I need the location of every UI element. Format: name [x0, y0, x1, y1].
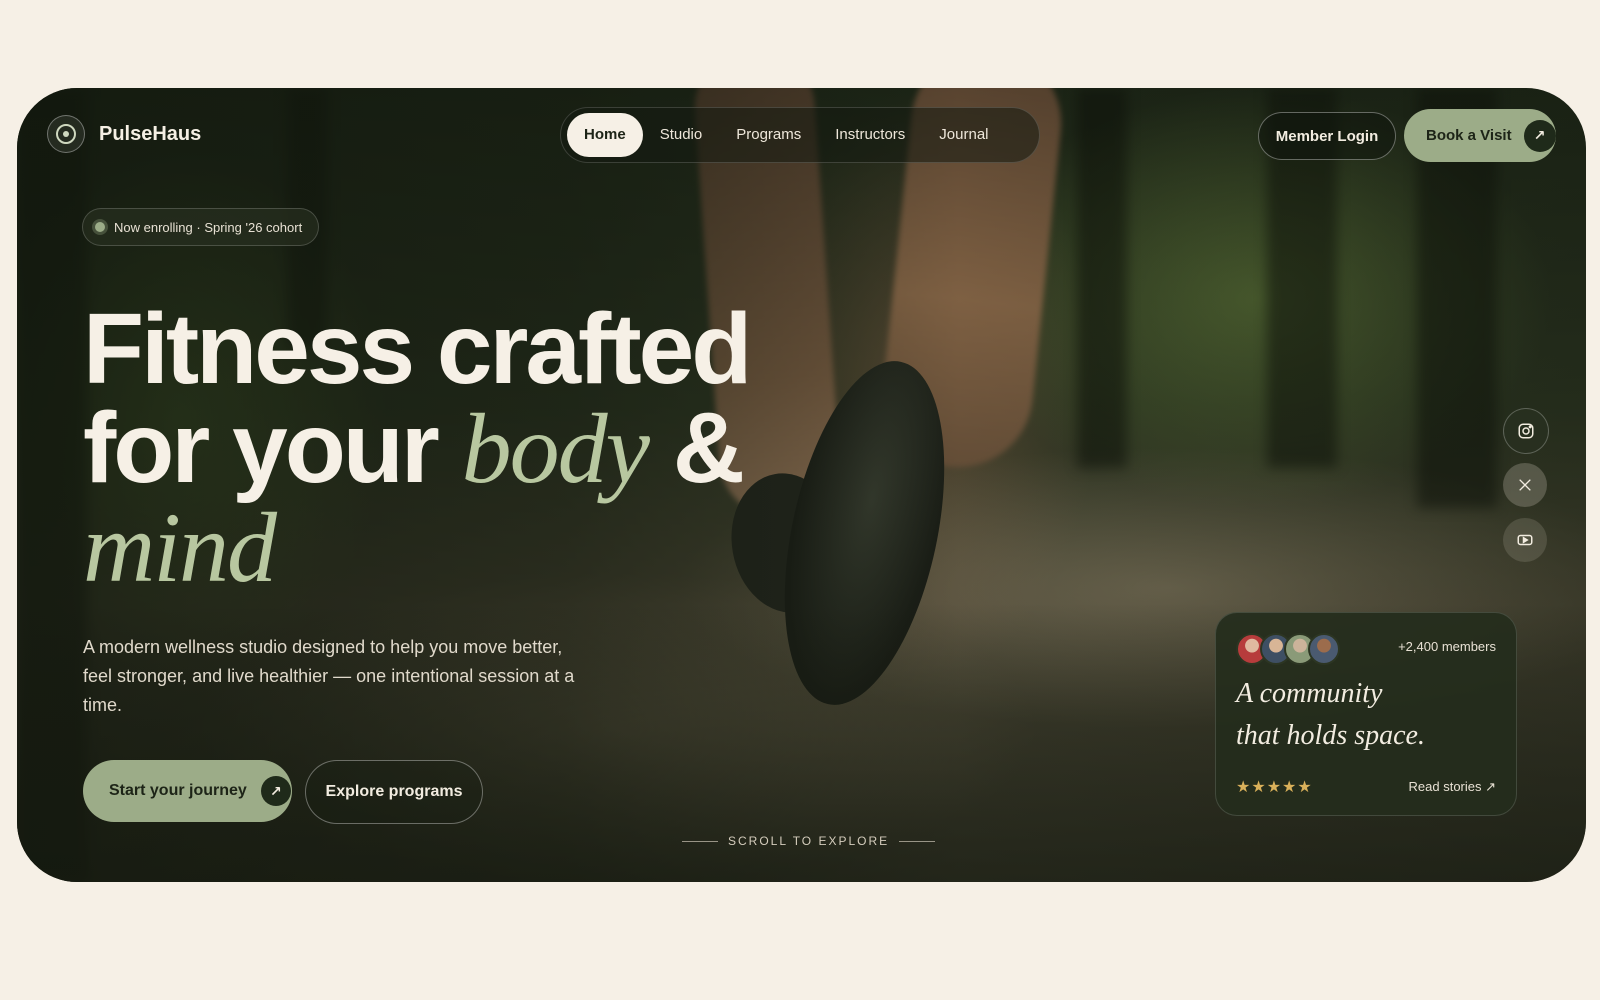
quote-line-1: A community: [1236, 678, 1383, 709]
explore-programs-button[interactable]: Explore programs: [305, 760, 483, 824]
nav-instructors[interactable]: Instructors: [818, 113, 922, 157]
read-stories-link[interactable]: Read stories ↗: [1409, 779, 1496, 795]
divider: [682, 840, 718, 842]
hero-section: PulseHaus Home Studio Programs Instructo…: [17, 88, 1586, 882]
headline-line-1: Fitness crafted: [83, 293, 752, 405]
headline-text: &: [647, 392, 745, 504]
member-avatars: [1236, 633, 1340, 665]
scroll-hint[interactable]: SCROLL TO EXPLORE: [682, 834, 936, 848]
start-journey-label: Start your journey: [109, 782, 247, 799]
brand-mark-icon: [47, 115, 85, 153]
x-icon[interactable]: [1503, 463, 1547, 507]
star-rating-icon: ★★★★★: [1236, 779, 1313, 796]
main-nav: Home Studio Programs Instructors Journal: [560, 107, 1040, 163]
headline-italic-body: body: [461, 393, 650, 504]
instagram-icon[interactable]: [1503, 408, 1549, 454]
member-count: +2,400 members: [1398, 639, 1496, 654]
divider: [899, 840, 936, 842]
youtube-icon[interactable]: [1503, 518, 1547, 562]
enrollment-badge-text: Now enrolling · Spring '26 cohort: [114, 219, 303, 235]
enrollment-badge: Now enrolling · Spring '26 cohort: [82, 208, 320, 246]
quote-line-2: that holds space.: [1236, 720, 1425, 751]
nav-journal[interactable]: Journal: [922, 113, 1005, 157]
community-card: +2,400 members A community that holds sp…: [1215, 612, 1517, 816]
status-dot-icon: [95, 222, 105, 232]
nav-programs[interactable]: Programs: [719, 113, 818, 157]
scroll-hint-text: SCROLL TO EXPLORE: [728, 834, 890, 848]
arrow-up-right-icon: ↗: [260, 776, 291, 806]
headline-line-2: for your body &: [83, 398, 749, 499]
arrow-up-right-icon: ↗: [1523, 119, 1556, 152]
member-login-button[interactable]: Member Login: [1258, 112, 1396, 160]
avatar: [1308, 633, 1340, 665]
headline-text: for your: [83, 392, 462, 504]
community-quote: A community that holds space.: [1236, 673, 1496, 757]
hero-headline: Fitness crafted for your body & mind: [83, 293, 752, 603]
brand-logo[interactable]: PulseHaus: [47, 115, 201, 153]
hero-description: A modern wellness studio designed to hel…: [83, 637, 575, 715]
start-journey-button[interactable]: Start your journey ↗: [83, 760, 292, 822]
nav-studio[interactable]: Studio: [643, 113, 720, 157]
brand-name: PulseHaus: [99, 122, 202, 145]
headline-italic-mind: mind: [83, 492, 277, 603]
book-visit-label: Book a Visit: [1426, 127, 1512, 144]
nav-home[interactable]: Home: [567, 113, 643, 157]
book-visit-button[interactable]: Book a Visit ↗: [1404, 109, 1556, 162]
